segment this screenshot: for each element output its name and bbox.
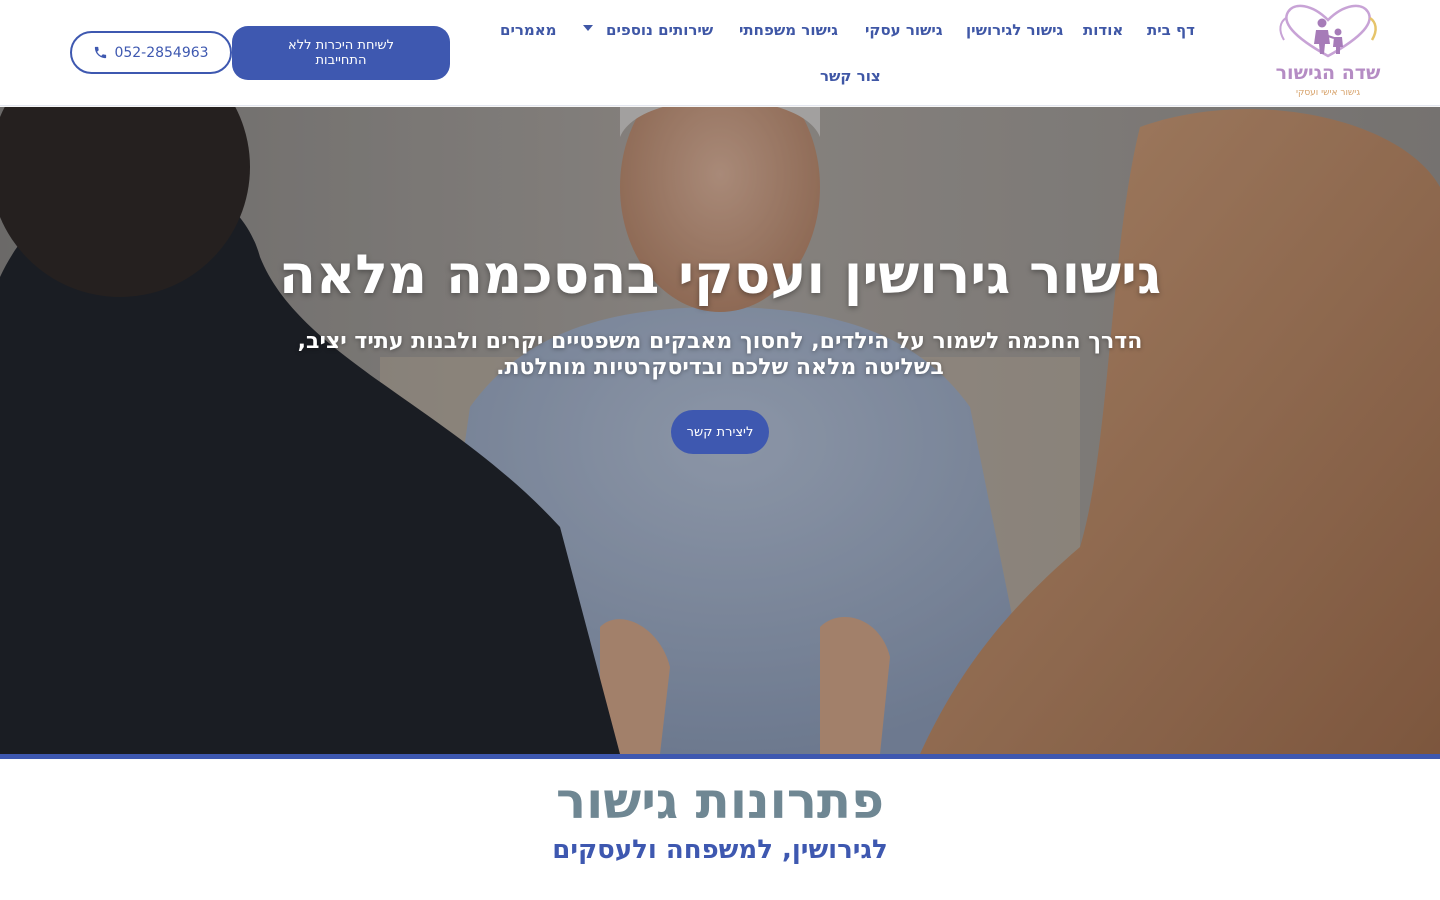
nav-item-family-mediation[interactable]: גישור משפחתי [739,18,838,42]
solutions-title: פתרונות גישור [556,772,884,830]
hero-subtitle: הדרך החכמה לשמור על הילדים, לחסוך מאבקים… [297,329,1143,380]
logo-name: שדה הגישור [1275,62,1381,84]
nav-item-contact[interactable]: צור קשר [820,64,881,88]
phone-number: 052-2854963 [114,44,209,61]
hero-section: גישור גירושין ועסקי בהסכמה מלאה הדרך החכ… [0,107,1440,754]
logo-heart-family-icon [1279,4,1377,58]
site-header: שדה הגישור גישור אישי ועסקי דף בית אודות… [0,0,1440,106]
contact-button[interactable]: ליצירת קשר [671,410,769,454]
hero-title: גישור גירושין ועסקי בהסכמה מלאה [278,243,1162,306]
intro-call-button[interactable]: לשיחת היכרות ללא התחייבות [232,26,450,80]
chevron-down-icon[interactable] [583,25,593,31]
phone-button[interactable]: 052-2854963 [70,31,232,74]
phone-icon [93,45,108,60]
solutions-subtitle: לגירושין, למשפחה ולעסקים [552,835,888,865]
section-divider [0,754,1440,759]
nav-item-home[interactable]: דף בית [1147,18,1195,42]
logo-tagline: גישור אישי ועסקי [1295,88,1361,98]
nav-item-more-services[interactable]: שירותים נוספים [606,18,713,42]
nav-item-about[interactable]: אודות [1083,18,1123,42]
nav-item-articles[interactable]: מאמרים [500,18,557,42]
nav-item-divorce-mediation[interactable]: גישור לגירושין [966,18,1063,42]
nav-item-business-mediation[interactable]: גישור עסקי [865,18,943,42]
site-logo[interactable]: שדה הגישור גישור אישי ועסקי [1272,0,1384,106]
